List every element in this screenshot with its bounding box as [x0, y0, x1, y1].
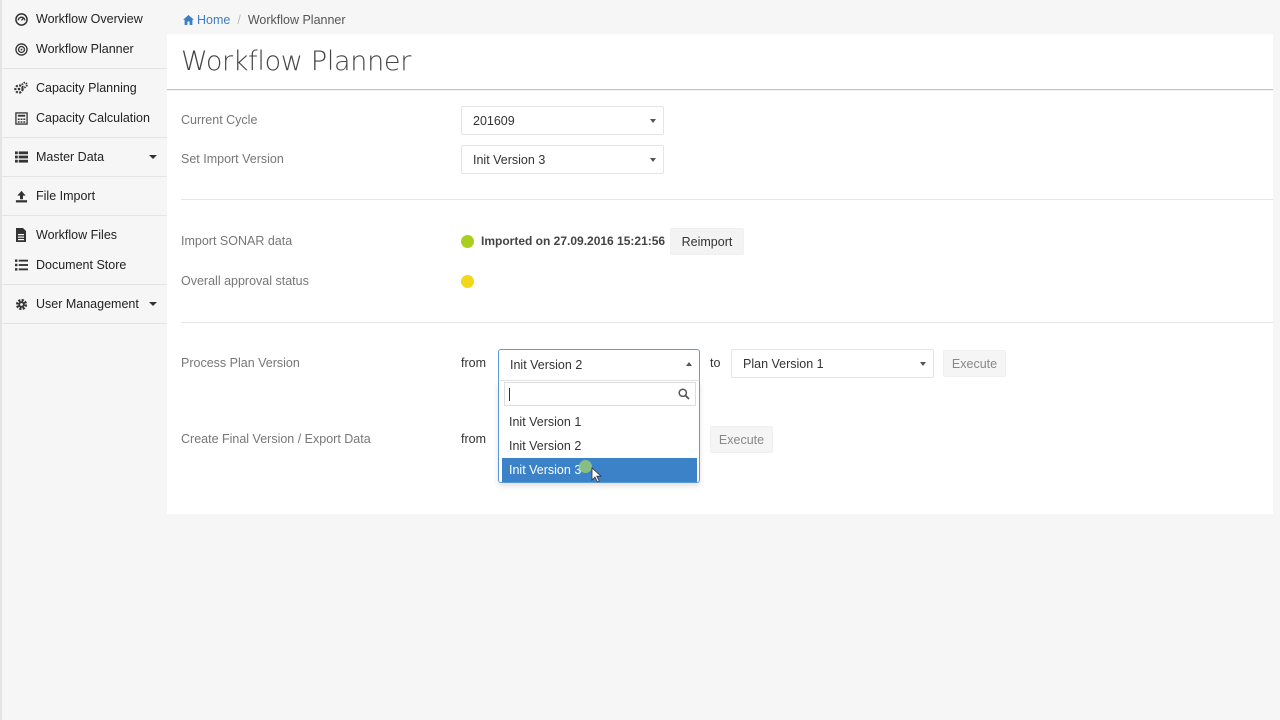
from-label: from [461, 432, 486, 446]
dashboard-icon [14, 12, 28, 26]
execute-final-button[interactable]: Execute [710, 426, 773, 453]
workflow-planner-panel: Current Cycle 201609 Set Import Version … [167, 91, 1273, 514]
chevron-up-icon [686, 362, 692, 366]
current-cycle-label: Current Cycle [181, 113, 258, 127]
breadcrumb-home-link[interactable]: Home [183, 13, 230, 27]
list-icon [14, 150, 28, 164]
file-icon [14, 228, 28, 242]
chevron-down-icon [920, 362, 926, 366]
nav-group-workflow: Workflow Overview Workflow Planner [2, 0, 167, 69]
import-status-indicator [461, 235, 474, 248]
sidebar-item-label: Workflow Overview [36, 12, 143, 26]
breadcrumb-separator: / [237, 13, 241, 27]
approval-status-label: Overall approval status [181, 274, 309, 288]
mouse-pointer-icon [591, 467, 603, 483]
sidebar-item-label: Document Store [36, 258, 127, 272]
list-icon [14, 258, 28, 272]
upload-icon [14, 189, 28, 203]
sidebar-item-workflow-overview[interactable]: Workflow Overview [2, 4, 167, 34]
breadcrumb: Home / Workflow Planner [167, 6, 1273, 34]
import-status-text: Imported on 27.09.2016 15:21:56 [481, 234, 666, 248]
import-sonar-label: Import SONAR data [181, 234, 293, 248]
from-version-select[interactable]: Init Version 2 [498, 349, 700, 381]
dropdown-option[interactable]: Init Version 1 [502, 410, 697, 434]
text-cursor [509, 388, 510, 401]
chevron-down-icon [149, 302, 157, 306]
breadcrumb-current: Workflow Planner [247, 13, 346, 27]
sidebar-item-label: Workflow Planner [36, 42, 134, 56]
to-version-select[interactable]: Plan Version 1 [731, 349, 934, 378]
chevron-down-icon [149, 155, 157, 159]
sidebar-item-workflow-files[interactable]: Workflow Files [2, 220, 167, 250]
nav-group-file-import: File Import [2, 177, 167, 216]
home-icon [183, 15, 194, 25]
chevron-down-icon [650, 158, 656, 162]
import-version-value: Init Version 3 [473, 152, 546, 167]
process-plan-label: Process Plan Version [181, 356, 300, 370]
dropdown-search-input[interactable] [504, 382, 696, 406]
current-cycle-value: 201609 [473, 113, 515, 128]
sidebar-item-workflow-planner[interactable]: Workflow Planner [2, 34, 167, 64]
nav-group-capacity: Capacity Planning Capacity Calculation [2, 69, 167, 138]
sidebar-item-document-store[interactable]: Document Store [2, 250, 167, 280]
to-label: to [710, 356, 721, 370]
execute-process-button[interactable]: Execute [943, 350, 1006, 377]
sidebar-item-file-import[interactable]: File Import [2, 181, 167, 211]
sidebar-item-label: Workflow Files [36, 228, 118, 242]
gears-icon [14, 81, 28, 95]
sidebar-item-label: Master Data [36, 150, 105, 164]
target-icon [14, 42, 28, 56]
gear-icon [14, 297, 28, 311]
section-divider [181, 322, 1273, 323]
import-version-label: Set Import Version [181, 152, 284, 166]
nav-group-files: Workflow Files Document Store [2, 216, 167, 285]
sidebar-item-label: Capacity Calculation [36, 111, 150, 125]
nav-group-master-data: Master Data [2, 138, 167, 177]
nav-group-user-management: User Management [2, 285, 167, 324]
import-version-select[interactable]: Init Version 3 [461, 145, 664, 174]
sidebar-item-label: Capacity Planning [36, 81, 137, 95]
dropdown-option[interactable]: Init Version 2 [502, 434, 697, 458]
from-version-value: Init Version 2 [510, 358, 583, 372]
reimport-button[interactable]: Reimport [670, 228, 744, 255]
section-divider [181, 199, 1273, 200]
sidebar-item-capacity-planning[interactable]: Capacity Planning [2, 73, 167, 103]
breadcrumb-home-label: Home [197, 13, 231, 27]
search-icon [678, 387, 690, 405]
page-header: Workflow Planner [167, 34, 1273, 90]
sidebar-item-capacity-calculation[interactable]: Capacity Calculation [2, 103, 167, 133]
final-version-label: Create Final Version / Export Data [181, 432, 371, 446]
sidebar-item-master-data[interactable]: Master Data [2, 142, 167, 172]
sidebar-item-user-management[interactable]: User Management [2, 289, 167, 319]
sidebar-item-label: User Management [36, 297, 139, 311]
to-version-value: Plan Version 1 [743, 356, 824, 371]
chevron-down-icon [650, 119, 656, 123]
calculator-icon [14, 111, 28, 125]
page-title: Workflow Planner [181, 46, 412, 77]
sidebar: Workflow Overview Workflow Planner Capac… [0, 0, 167, 720]
current-cycle-select[interactable]: 201609 [461, 106, 664, 135]
sidebar-item-label: File Import [36, 189, 96, 203]
from-label: from [461, 356, 486, 370]
approval-status-indicator [461, 275, 474, 288]
